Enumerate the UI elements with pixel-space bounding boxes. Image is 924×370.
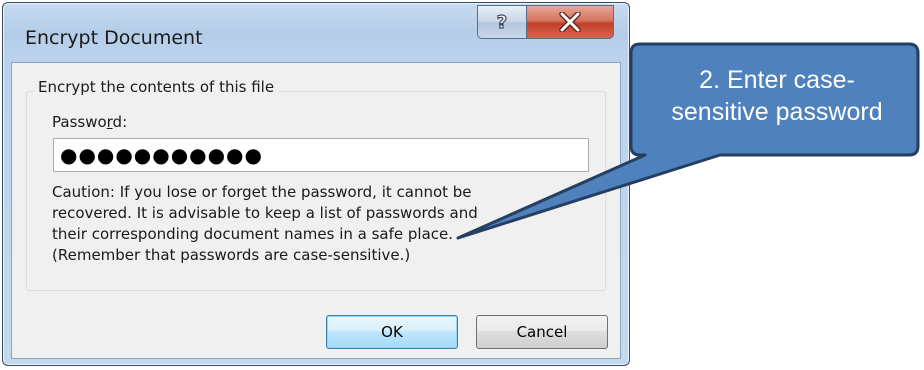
- caution-line: recovered. It is advisable to keep a lis…: [52, 204, 478, 222]
- callout-line: sensitive password: [671, 98, 883, 126]
- password-label: Password:: [52, 113, 127, 131]
- password-label-prefix: Passwo: [52, 113, 107, 131]
- caution-line: their corresponding document names in a …: [52, 225, 454, 243]
- callout-text: 2. Enter case- sensitive password: [632, 64, 922, 128]
- caution-line: Caution: If you lose or forget the passw…: [52, 183, 472, 201]
- close-icon: [559, 12, 581, 32]
- callout-line: 2. Enter case-: [699, 66, 855, 94]
- group-label: Encrypt the contents of this file: [34, 78, 279, 96]
- caution-line: (Remember that passwords are case-sensit…: [52, 246, 411, 264]
- password-input[interactable]: ●●●●●●●●●●●: [53, 138, 589, 172]
- caution-text: Caution: If you lose or forget the passw…: [52, 182, 592, 266]
- close-button[interactable]: [526, 5, 614, 39]
- dialog-title: Encrypt Document: [25, 27, 203, 49]
- help-glyph: ?: [497, 12, 507, 33]
- dialog-body: Encrypt the contents of this file Passwo…: [11, 62, 621, 359]
- help-button[interactable]: ?: [477, 5, 526, 39]
- title-bar[interactable]: Encrypt Document ?: [3, 3, 629, 63]
- password-label-suffix: d:: [112, 113, 128, 131]
- encrypt-document-dialog: Encrypt Document ? Encrypt the contents …: [2, 2, 630, 366]
- cancel-button[interactable]: Cancel: [476, 315, 608, 349]
- help-icon: ?: [496, 11, 508, 33]
- ok-button[interactable]: OK: [326, 315, 458, 349]
